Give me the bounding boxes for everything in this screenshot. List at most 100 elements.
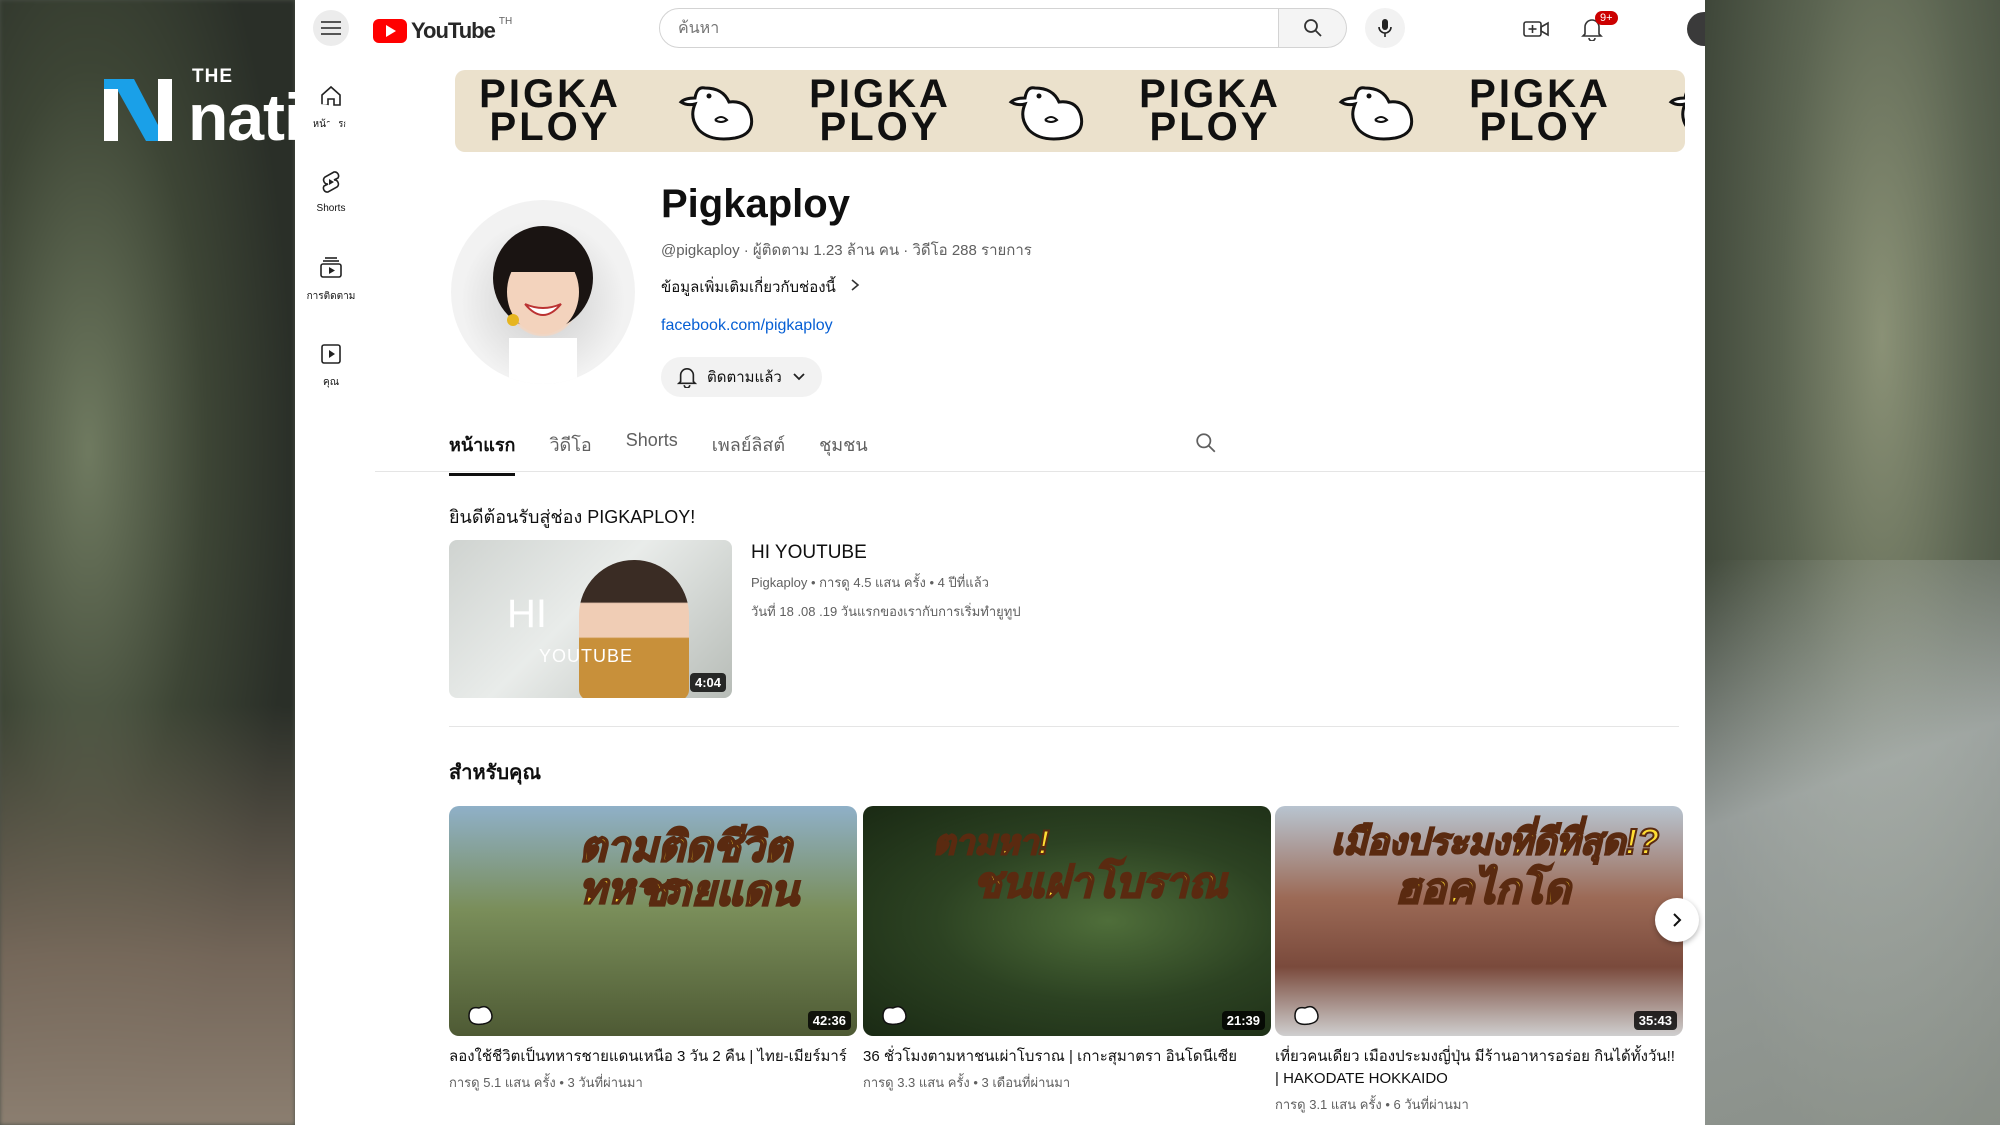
banner-text: PIGKA PLOY — [1139, 72, 1281, 149]
duck-icon — [678, 86, 754, 141]
video-card[interactable]: เมืองประมงที่ดีที่สุด!? ฮอคไกโด 35:43 เท… — [1275, 806, 1683, 1115]
duck-icon — [882, 1005, 907, 1026]
youtube-play-icon — [373, 19, 407, 43]
chevron-right-icon — [851, 279, 860, 291]
the-nation-logo: THE nation — [100, 66, 460, 154]
video-card[interactable]: ตามติดชีวิตทหาร ชายแดน 42:36 ลองใช้ชีวิต… — [449, 806, 857, 1093]
create-button[interactable] — [1519, 12, 1553, 46]
video-duration: 4:04 — [689, 673, 726, 692]
duck-icon — [1668, 92, 1685, 127]
channel-avatar[interactable] — [451, 200, 635, 384]
search-box — [659, 8, 1279, 49]
subscribed-button[interactable]: ติดตามแล้ว — [661, 357, 822, 397]
section-divider — [449, 726, 1679, 727]
featured-section-title: ยินดีต้อนรับสู่ช่อง PIGKAPLOY! — [449, 507, 696, 527]
rail-item-subscriptions[interactable]: การติดตาม — [295, 256, 367, 304]
mic-icon — [1378, 19, 1392, 37]
banner-text: PIGKA PLOY — [479, 72, 621, 149]
channel-link[interactable]: facebook.com/pigkaploy — [661, 317, 833, 335]
voice-search-button[interactable] — [1365, 8, 1405, 48]
channel-name: Pigkaploy — [661, 182, 850, 226]
featured-video-title[interactable]: HI YOUTUBE — [751, 542, 867, 564]
tab-videos[interactable]: วิดีโอ — [549, 430, 591, 476]
duck-icon — [1294, 1005, 1319, 1026]
youtube-window: YouTube TH 9+ หน้าแรก Shorts — [295, 0, 1705, 1125]
featured-video-meta: Pigkaploy • การดู 4.5 แสน ครั้ง • 4 ปีที… — [751, 575, 989, 590]
hamburger-icon — [321, 21, 341, 35]
thumb-headline: ชนเผ่าโบราณ — [972, 859, 1228, 906]
featured-video-description: วันที่ 18 .08 .19 วันแรกของเรากับการเริ่… — [751, 604, 1021, 619]
video-card[interactable]: ตามหา! ชนเผ่าโบราณ 21:39 36 ชั่วโมงตามหา… — [863, 806, 1271, 1093]
duck-icon — [468, 1005, 493, 1026]
banner-text: PIGKA PLOY — [1469, 72, 1611, 149]
search-button[interactable] — [1279, 8, 1347, 48]
for-you-section-title: สำหรับคุณ — [449, 762, 541, 784]
channel-meta: @pigkaploy · ผู้ติดตาม 1.23 ล้าน คน · วิ… — [661, 242, 1032, 259]
notification-badge: 9+ — [1595, 11, 1618, 25]
video-title[interactable]: เที่ยวคนเดียว เมืองประมงญี่ปุ่น มีร้านอา… — [1275, 1046, 1683, 1090]
search-icon — [1303, 19, 1322, 37]
rail-label-shorts: Shorts — [316, 203, 346, 214]
left-rail: หน้าแรก Shorts การติดตาม คุณ — [295, 58, 367, 1125]
youtube-wordmark: YouTube — [411, 18, 496, 43]
search-icon — [1196, 433, 1216, 453]
featured-person — [579, 560, 689, 698]
thumb-youtube-text: YOUTUBE — [539, 646, 634, 666]
video-duration: 35:43 — [1633, 1011, 1677, 1030]
search-input[interactable] — [660, 9, 1260, 49]
rail-item-shorts[interactable]: Shorts — [295, 170, 367, 214]
rail-item-you[interactable]: คุณ — [295, 342, 367, 390]
video-meta: การดู 3.3 แสน ครั้ง • 3 เดือนที่ผ่านมา — [863, 1075, 1071, 1090]
channel-banner: PIGKA PLOY PIGKA PLOY PIGKA PLOY PIGKA PLOY — [455, 70, 1685, 152]
account-avatar[interactable] — [1687, 12, 1705, 46]
chevron-right-icon — [1673, 913, 1682, 927]
video-meta: การดู 5.1 แสน ครั้ง • 3 วันที่ผ่านมา — [449, 1075, 643, 1090]
thumb-headline: ฮอคไกโด — [1394, 865, 1571, 912]
background-right — [1705, 0, 2000, 1125]
logo-the: THE — [192, 66, 233, 87]
thumb-headline: ชายแดน — [638, 867, 800, 914]
video-meta: การดู 3.1 แสน ครั้ง • 6 วันที่ผ่านมา — [1275, 1097, 1469, 1112]
tab-shorts[interactable]: Shorts — [626, 430, 678, 476]
you-icon — [321, 344, 341, 364]
duck-icon — [1008, 86, 1084, 141]
subscriptions-icon — [320, 257, 342, 278]
video-thumbnail[interactable]: ตามติดชีวิตทหาร ชายแดน 42:36 — [449, 806, 857, 1036]
rail-label-subscriptions: การติดตาม — [306, 291, 356, 302]
tab-search-button[interactable] — [1195, 432, 1217, 459]
video-duration: 42:36 — [807, 1011, 851, 1030]
channel-tabs: หน้าแรก วิดีโอ Shorts เพลย์ลิสต์ ชุมชน — [449, 430, 868, 476]
menu-button[interactable] — [313, 10, 349, 46]
top-bar: YouTube TH 9+ — [295, 0, 1705, 58]
video-thumbnail[interactable]: เมืองประมงที่ดีที่สุด!? ฮอคไกโด 35:43 — [1275, 806, 1683, 1036]
video-duration: 21:39 — [1221, 1011, 1265, 1030]
tab-playlists[interactable]: เพลย์ลิสต์ — [712, 430, 785, 476]
video-title[interactable]: 36 ชั่วโมงตามหาชนเผ่าโบราณ | เกาะสุมาตรา… — [863, 1046, 1271, 1068]
youtube-logo[interactable]: YouTube TH — [373, 15, 513, 44]
thumb-headline: ตามหา! — [932, 824, 1050, 862]
tabs-divider — [375, 471, 1705, 472]
chevron-down-icon — [793, 373, 805, 381]
avatar-portrait — [493, 226, 593, 384]
thumb-headline: เมืองประมงที่ดีที่สุด!? — [1330, 821, 1660, 862]
banner-text: PIGKA PLOY — [809, 72, 951, 149]
create-video-icon — [1523, 21, 1549, 37]
channel-more-info[interactable]: ข้อมูลเพิ่มเติมเกี่ยวกับช่องนี้ — [661, 275, 860, 299]
rail-label-you: คุณ — [323, 377, 339, 388]
thumb-hi-text: HI — [507, 592, 547, 636]
bell-icon — [677, 368, 697, 388]
carousel-next-button[interactable] — [1655, 898, 1699, 942]
channel-more-label: ข้อมูลเพิ่มเติมเกี่ยวกับช่องนี้ — [661, 279, 836, 296]
video-thumbnail[interactable]: ตามหา! ชนเผ่าโบราณ 21:39 — [863, 806, 1271, 1036]
youtube-region: TH — [498, 15, 513, 27]
subscribed-label: ติดตามแล้ว — [707, 369, 782, 386]
duck-icon — [1338, 86, 1414, 141]
featured-video-thumbnail[interactable]: HI YOUTUBE 4:04 — [449, 540, 732, 698]
tab-home[interactable]: หน้าแรก — [449, 430, 516, 476]
tab-community[interactable]: ชุมชน — [819, 430, 868, 476]
logo-word: nation — [188, 80, 381, 154]
background-left — [0, 0, 295, 1125]
shorts-icon — [322, 171, 340, 193]
video-title[interactable]: ลองใช้ชีวิตเป็นทหารชายแดนเหนือ 3 วัน 2 ค… — [449, 1046, 857, 1068]
nation-mark-icon — [100, 75, 176, 145]
